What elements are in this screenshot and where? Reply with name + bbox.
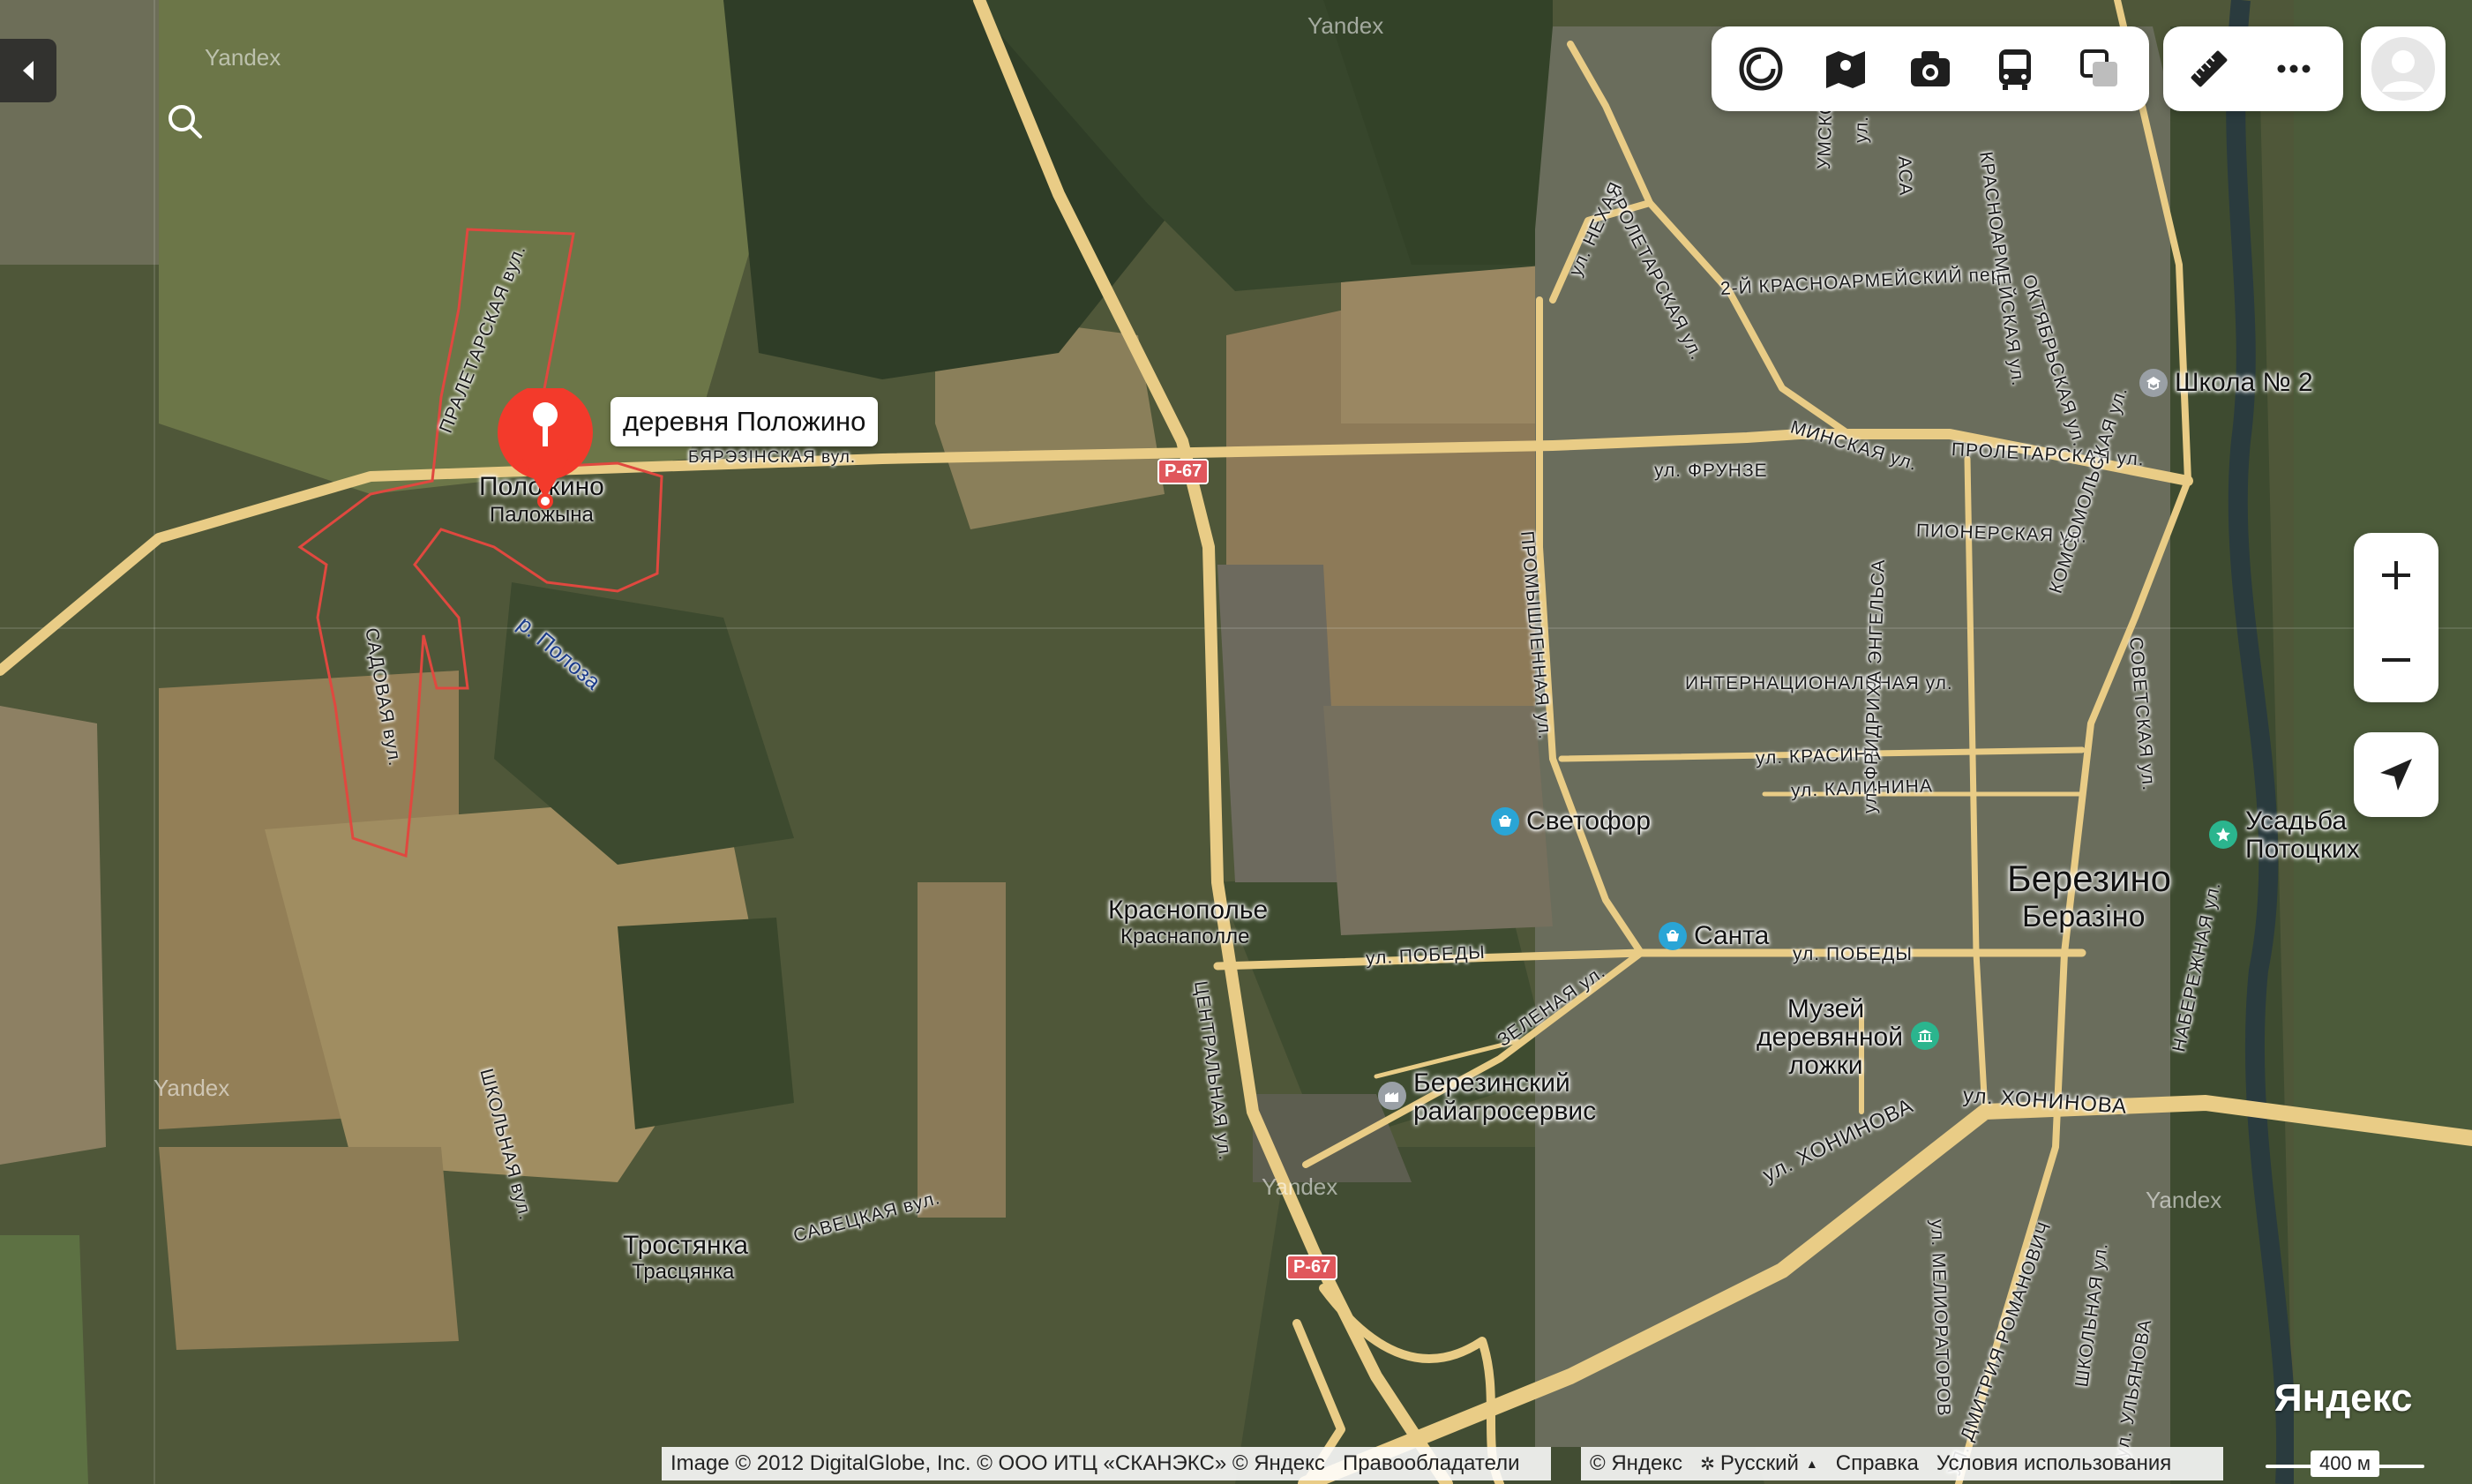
street-label: ул. [1851, 115, 1873, 144]
museum-icon[interactable] [1911, 1022, 1939, 1050]
yandex-watermark: Yandex [154, 1075, 230, 1101]
geolocation-button[interactable] [2354, 732, 2438, 817]
school-icon[interactable] [2139, 369, 2168, 397]
language-icon: ✲ [1700, 1454, 1715, 1474]
overlay-squares-icon [2080, 49, 2117, 86]
place-krasnopole[interactable]: Краснополье [1108, 896, 1268, 925]
search-button[interactable] [159, 95, 212, 148]
overlay-button[interactable] [2057, 26, 2142, 111]
panorama-button[interactable] [1888, 26, 1973, 111]
road-sign-r67: Р-67 [1286, 1255, 1338, 1280]
zoom-in-button[interactable] [2354, 533, 2438, 618]
street-label: ИНТЕРНАЦИОНАЛЬНАЯ ул. [1685, 673, 1953, 693]
layers-icon [1739, 47, 1783, 91]
poi-usadba[interactable]: Усадьба Потоцких [2245, 807, 2360, 864]
terms-link[interactable]: Условия использования [1936, 1451, 2171, 1476]
landmark-star-icon[interactable] [2209, 821, 2237, 849]
poi-svetofor[interactable]: Светофор [1526, 807, 1651, 836]
language-label: Русский [1719, 1451, 1799, 1475]
yandex-watermark: Yandex [1307, 12, 1384, 39]
street-label: БЯРЭЗІНСКАЯ вул. [688, 448, 857, 467]
footer-yandex-link[interactable]: © Яндекс [1590, 1451, 1682, 1476]
yandex-watermark: Yandex [1262, 1173, 1338, 1200]
tools-toolbar [2163, 26, 2343, 111]
map-layers-toolbar [1712, 26, 2149, 111]
more-button[interactable] [2251, 26, 2336, 111]
caret-up-icon: ▲ [1805, 1457, 1818, 1471]
navigation-arrow-icon [2380, 759, 2412, 791]
search-icon [169, 105, 202, 139]
layers-button[interactable] [1719, 26, 1803, 111]
map-book-icon [1826, 51, 1865, 88]
street-label: ул. ФРУНЗЕ [1654, 461, 1768, 481]
place-trostyanka-by: Трасцянка [632, 1260, 735, 1284]
copyright-bar: Image © 2012 DigitalGlobe, Inc. © ООО ИТ… [662, 1447, 1551, 1480]
poi-school[interactable]: Школа № 2 [2175, 369, 2313, 397]
ruler-button[interactable] [2167, 26, 2251, 111]
zoom-out-button[interactable] [2354, 618, 2438, 702]
ruler-icon [2191, 50, 2228, 87]
transit-button[interactable] [1973, 26, 2057, 111]
map-book-button[interactable] [1803, 26, 1888, 111]
yandex-watermark: Yandex [2146, 1187, 2222, 1213]
user-avatar-button[interactable] [2361, 26, 2446, 111]
marker-label[interactable]: деревня Положино [611, 397, 879, 446]
street-label: ул. ПОБЕДЫ [1793, 944, 1913, 964]
place-trostyanka[interactable]: Тростянка [623, 1232, 748, 1260]
avatar-icon [2371, 37, 2435, 101]
marker-label-text: деревня Положино [623, 406, 866, 437]
transit-bus-icon [1999, 49, 2031, 90]
chevron-left-icon [23, 61, 34, 80]
shop-icon[interactable] [1491, 807, 1519, 836]
place-krasnopole-by: Краснаполле [1120, 925, 1250, 948]
yandex-logo[interactable]: Яндекс [2274, 1376, 2413, 1420]
minus-icon [2382, 658, 2410, 662]
location-pin[interactable] [496, 385, 595, 512]
factory-icon[interactable] [1378, 1082, 1406, 1110]
poi-santa[interactable]: Санта [1694, 922, 1769, 950]
more-icon [2277, 64, 2311, 73]
poi-museum[interactable]: Музей деревянной ложки [1749, 995, 1903, 1080]
copyright-text: Image © 2012 DigitalGlobe, Inc. © ООО ИТ… [670, 1451, 1325, 1475]
plus-icon [2382, 561, 2410, 589]
street-label: АСА [1894, 155, 1916, 197]
shop-icon[interactable] [1659, 922, 1687, 950]
yandex-watermark: Yandex [205, 44, 281, 71]
scale-bar: 400 м [2266, 1447, 2424, 1480]
place-berezino-by: Беразіно [2022, 900, 2146, 933]
panorama-camera-icon [1911, 51, 1950, 86]
zoom-control [2354, 533, 2438, 702]
road-sign-r67: Р-67 [1157, 459, 1210, 484]
footer-links-bar: © Яндекс ✲ Русский ▲ Справка Условия исп… [1581, 1447, 2223, 1480]
sidebar-toggle-button[interactable] [0, 39, 56, 102]
language-selector[interactable]: ✲ Русский ▲ [1700, 1451, 1818, 1476]
poi-agroservis[interactable]: Березинский райагросервис [1413, 1069, 1596, 1126]
scale-label: 400 м [2311, 1450, 2379, 1477]
help-link[interactable]: Справка [1836, 1451, 1919, 1476]
place-berezino[interactable]: Березино [2007, 858, 2171, 900]
rights-link[interactable]: Правообладатели [1343, 1451, 1520, 1476]
